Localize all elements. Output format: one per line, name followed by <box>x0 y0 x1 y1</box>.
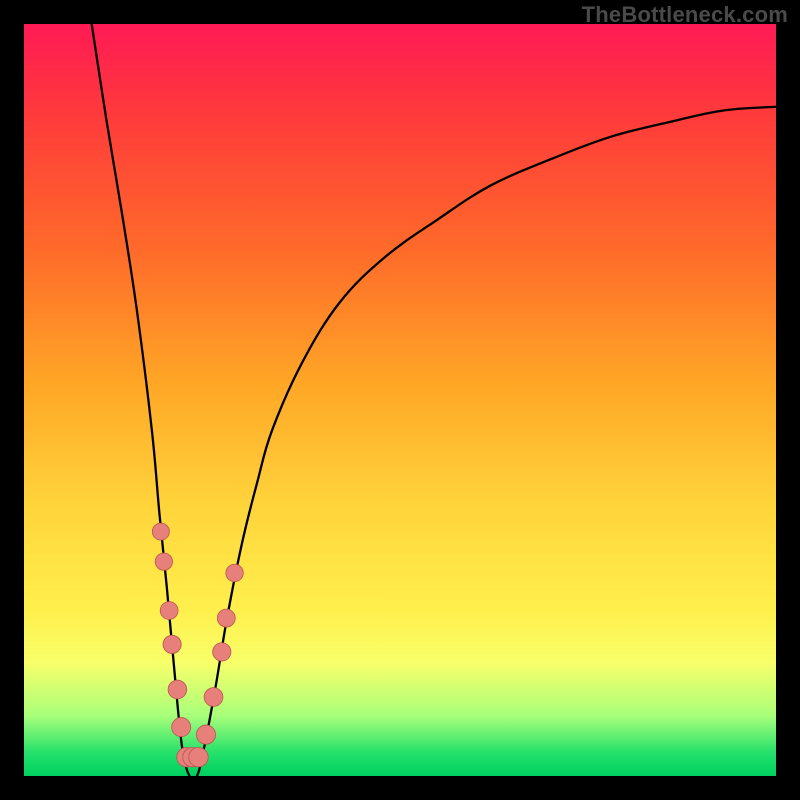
marker-group <box>152 523 243 767</box>
outer-frame: TheBottleneck.com <box>0 0 800 800</box>
bottleneck-curve <box>92 24 776 780</box>
data-marker <box>168 680 187 699</box>
data-marker <box>189 748 208 767</box>
data-marker <box>163 635 181 653</box>
data-marker <box>196 725 215 744</box>
chart-svg <box>24 24 776 776</box>
data-marker <box>152 523 169 540</box>
watermark-text: TheBottleneck.com <box>582 2 788 28</box>
data-marker <box>213 643 231 661</box>
data-marker <box>217 609 235 627</box>
plot-area <box>24 24 776 776</box>
data-marker <box>172 718 191 737</box>
data-marker <box>155 553 172 570</box>
data-marker <box>204 688 223 707</box>
data-marker <box>226 564 243 581</box>
data-marker <box>160 602 178 620</box>
